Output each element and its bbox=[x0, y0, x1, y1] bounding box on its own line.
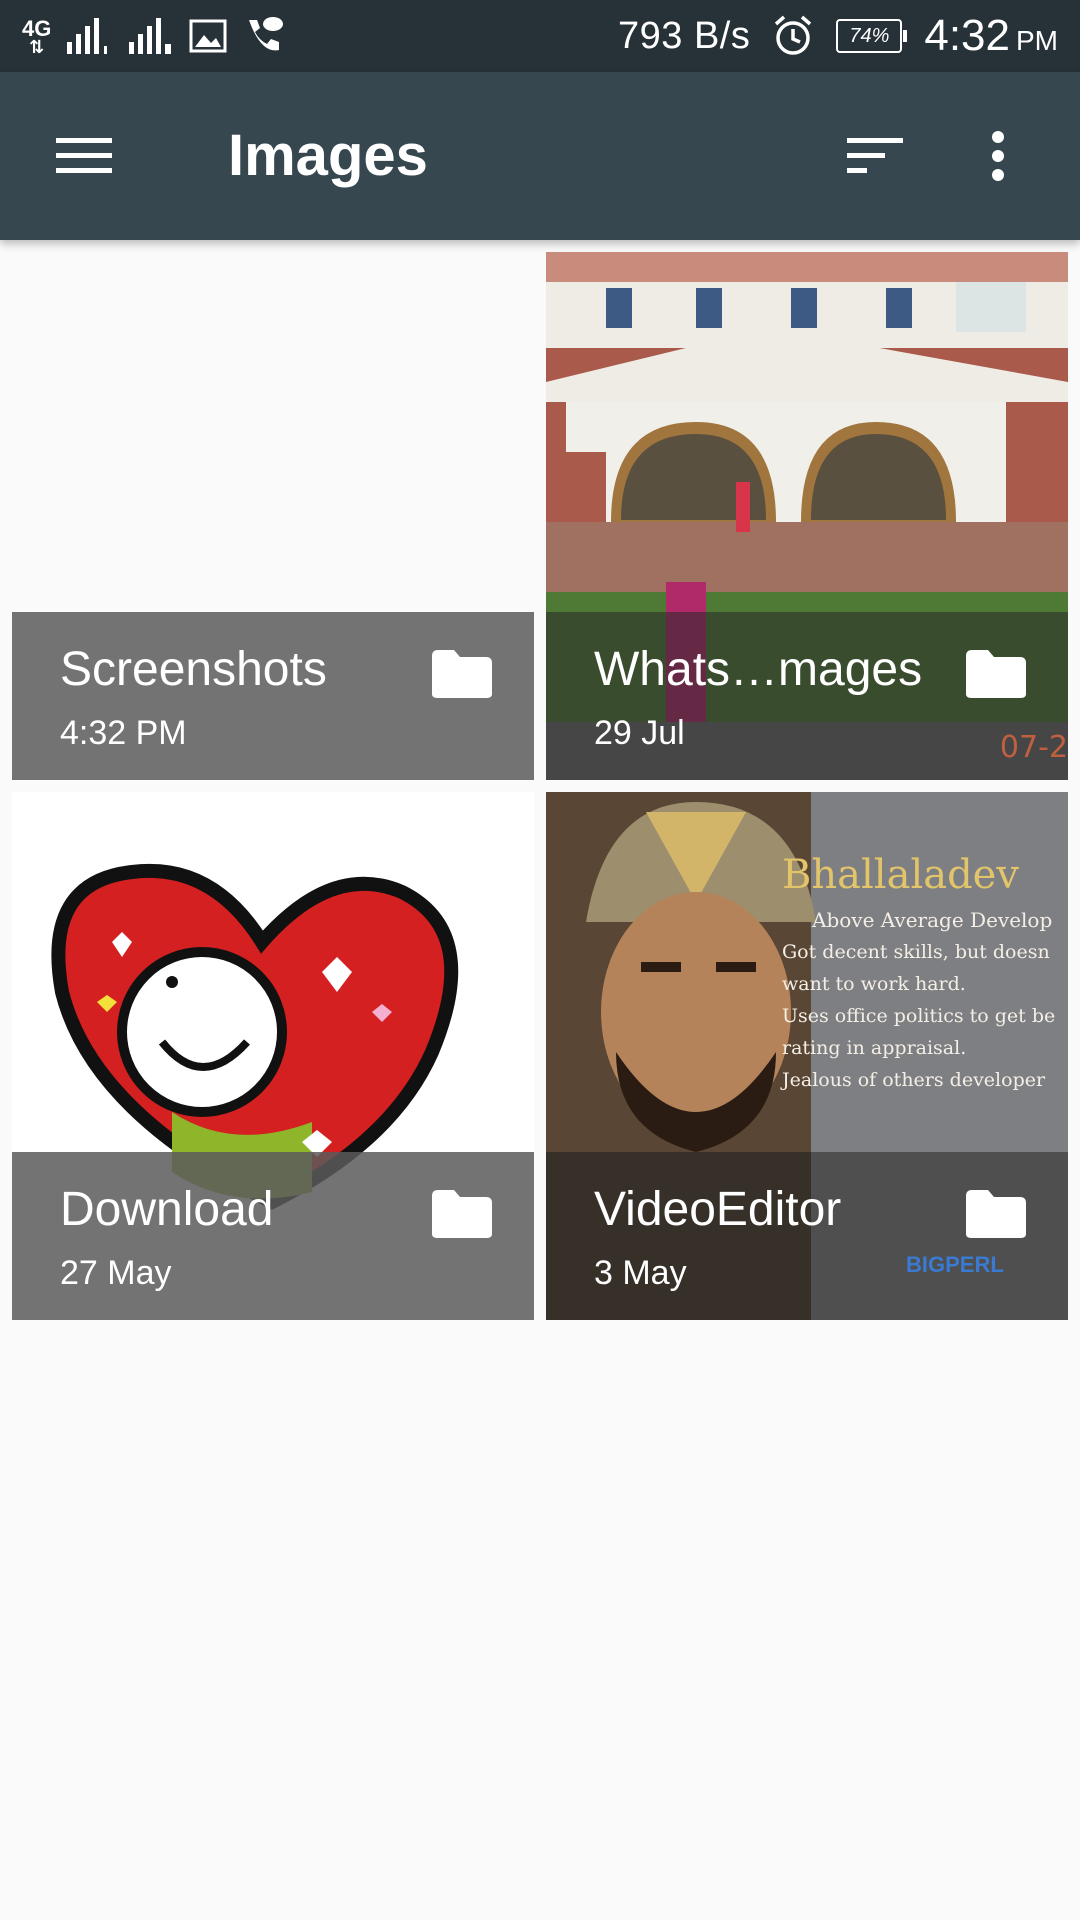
meme-text-block: Bhallaladev Above Average Develop Got de… bbox=[782, 852, 1068, 1096]
folder-date: 4:32 PM bbox=[60, 714, 187, 752]
folder-date: 27 May bbox=[60, 1254, 172, 1292]
app-bar: Images bbox=[0, 72, 1080, 240]
folder-icon bbox=[966, 650, 1026, 698]
folder-info-bar: Download 27 May bbox=[12, 1152, 534, 1320]
meme-line: Above Average Develop bbox=[812, 908, 1053, 932]
folder-info-bar: Whats…mages 29 Jul 07-2 bbox=[546, 612, 1068, 780]
meme-line: want to work hard. bbox=[782, 973, 966, 995]
alarm-icon bbox=[775, 15, 812, 55]
folder-name: Screenshots bbox=[60, 643, 327, 696]
battery-icon: 74% bbox=[836, 19, 908, 53]
folder-icon bbox=[432, 650, 492, 698]
meme-line: Jealous of others developer bbox=[782, 1069, 1046, 1091]
status-icons-left: 4G ⇅ bbox=[22, 12, 285, 60]
battery-level: 74% bbox=[849, 24, 890, 47]
network-type-icon: 4G ⇅ bbox=[22, 16, 52, 57]
folder-date: 29 Jul bbox=[594, 714, 685, 752]
folder-icon bbox=[432, 1190, 492, 1238]
folder-name: VideoEditor bbox=[594, 1183, 842, 1236]
folder-name: Whats…mages bbox=[594, 643, 923, 696]
image-notification-icon bbox=[189, 19, 227, 53]
more-vert-icon bbox=[992, 131, 1004, 181]
photo-date-stamp: 07-2 bbox=[999, 730, 1068, 765]
folder-date: 3 May bbox=[594, 1254, 687, 1292]
meme-logo: BIGPERL bbox=[906, 1252, 1004, 1277]
folder-name: Download bbox=[60, 1183, 274, 1236]
folder-info-bar: Screenshots 4:32 PM bbox=[12, 612, 534, 780]
folder-tile-screenshots[interactable]: Screenshots 4:32 PM bbox=[12, 252, 534, 780]
folder-tile-download[interactable]: Download 27 May bbox=[12, 792, 534, 1320]
clock: 4:32 PM bbox=[924, 11, 1058, 60]
meme-line: Got decent skills, but doesn bbox=[782, 941, 1050, 963]
sort-button[interactable] bbox=[830, 116, 920, 196]
folder-tile-whatsapp-images[interactable]: Whats…mages 29 Jul 07-2 bbox=[546, 252, 1068, 780]
folder-tile-videoeditor[interactable]: Bhallaladev Above Average Develop Got de… bbox=[546, 792, 1068, 1320]
more-options-button[interactable] bbox=[958, 116, 1038, 196]
meme-heading: Bhallaladev bbox=[782, 852, 1019, 898]
hamburger-icon bbox=[56, 138, 112, 173]
signal-sim1-icon bbox=[67, 18, 108, 54]
page-title: Images bbox=[228, 123, 428, 188]
meme-line: rating in appraisal. bbox=[782, 1037, 967, 1059]
status-bar: 4G ⇅ 793 B/s 74% 4:32 PM bbox=[0, 0, 1080, 72]
folder-icon bbox=[966, 1190, 1026, 1238]
meme-line: Uses office politics to get be bbox=[782, 1005, 1056, 1027]
status-icons-right: 793 B/s 74% 4:32 PM bbox=[618, 0, 1058, 72]
folder-info-bar: VideoEditor 3 May BIGPERL bbox=[546, 1152, 1068, 1320]
whatsapp-call-icon bbox=[249, 17, 284, 51]
sort-icon bbox=[847, 138, 903, 173]
menu-button[interactable] bbox=[40, 116, 128, 196]
signal-sim2-icon bbox=[129, 18, 172, 54]
network-speed: 793 B/s bbox=[617, 14, 751, 57]
